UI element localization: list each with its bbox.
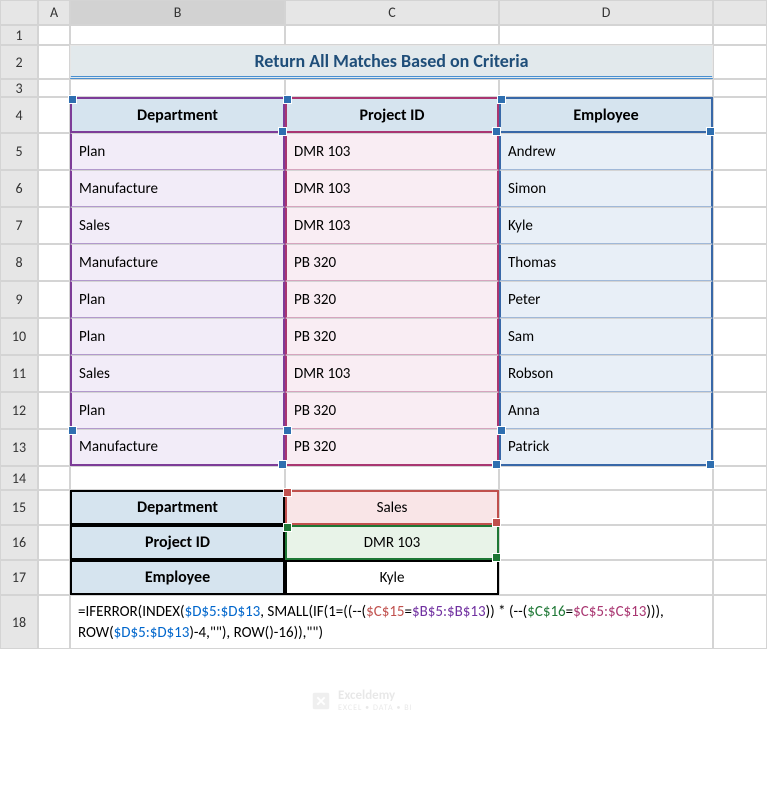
row-header-13[interactable]: 13 bbox=[0, 429, 38, 466]
cell-emp[interactable]: Anna bbox=[499, 392, 713, 429]
cell-proj[interactable]: DMR 103 bbox=[285, 170, 499, 207]
watermark: Exceldemy EXCEL • DATA • BI bbox=[310, 688, 413, 713]
row-header-2[interactable]: 2 bbox=[0, 45, 38, 79]
cell-dept[interactable]: Manufacture bbox=[70, 170, 285, 207]
row-header-4[interactable]: 4 bbox=[0, 97, 38, 133]
row-header-14[interactable]: 14 bbox=[0, 466, 38, 490]
cell-emp[interactable]: Patrick bbox=[499, 429, 713, 466]
row-header-5[interactable]: 5 bbox=[0, 133, 38, 170]
criteria-proj-label[interactable]: Project ID bbox=[70, 525, 285, 560]
row-header-1[interactable]: 1 bbox=[0, 25, 38, 45]
col-header-d[interactable]: D bbox=[499, 0, 713, 25]
cell-dept[interactable]: Sales bbox=[70, 207, 285, 244]
criteria-emp-value[interactable]: Kyle bbox=[285, 560, 499, 595]
cell-emp[interactable]: Sam bbox=[499, 318, 713, 355]
row-header-9[interactable]: 9 bbox=[0, 281, 38, 318]
row-header-17[interactable]: 17 bbox=[0, 560, 38, 595]
formula-cell[interactable]: =IFERROR(INDEX($D$5:$D$13, SMALL(IF(1=((… bbox=[70, 595, 713, 649]
cell-proj[interactable]: DMR 103 bbox=[285, 355, 499, 392]
row-header-3[interactable]: 3 bbox=[0, 79, 38, 97]
criteria-proj-value[interactable]: DMR 103 bbox=[285, 525, 499, 560]
cell-proj[interactable]: DMR 103 bbox=[285, 207, 499, 244]
spreadsheet-grid: A B C D 1 2 Return All Matches Based on … bbox=[0, 0, 767, 649]
criteria-dept-label[interactable]: Department bbox=[70, 490, 285, 525]
cell-dept[interactable]: Manufacture bbox=[70, 429, 285, 466]
cell-proj[interactable]: PB 320 bbox=[285, 392, 499, 429]
row-header-11[interactable]: 11 bbox=[0, 355, 38, 392]
row-header-6[interactable]: 6 bbox=[0, 170, 38, 207]
cell-proj[interactable]: PB 320 bbox=[285, 244, 499, 281]
col-header-a[interactable]: A bbox=[38, 0, 70, 25]
row-header-7[interactable]: 7 bbox=[0, 207, 38, 244]
row-header-15[interactable]: 15 bbox=[0, 490, 38, 525]
cell-dept[interactable]: Plan bbox=[70, 281, 285, 318]
header-employee[interactable]: Employee bbox=[499, 97, 713, 133]
row-header-18[interactable]: 18 bbox=[0, 595, 38, 649]
cell-proj[interactable]: PB 320 bbox=[285, 318, 499, 355]
col-header-blank bbox=[713, 0, 767, 25]
cell-dept[interactable]: Plan bbox=[70, 392, 285, 429]
cell-dept[interactable]: Manufacture bbox=[70, 244, 285, 281]
corner-cell[interactable] bbox=[0, 0, 38, 25]
col-header-c[interactable]: C bbox=[285, 0, 499, 25]
row-header-12[interactable]: 12 bbox=[0, 392, 38, 429]
page-title: Return All Matches Based on Criteria bbox=[70, 45, 713, 79]
cell-emp[interactable]: Peter bbox=[499, 281, 713, 318]
criteria-dept-value[interactable]: Sales bbox=[285, 490, 499, 525]
cell-proj[interactable]: PB 320 bbox=[285, 429, 499, 466]
cell-dept[interactable]: Sales bbox=[70, 355, 285, 392]
cell-dept[interactable]: Plan bbox=[70, 318, 285, 355]
cell-emp[interactable]: Thomas bbox=[499, 244, 713, 281]
cell-emp[interactable]: Kyle bbox=[499, 207, 713, 244]
criteria-emp-label[interactable]: Employee bbox=[70, 560, 285, 595]
col-header-b[interactable]: B bbox=[70, 0, 285, 25]
excel-icon bbox=[310, 690, 332, 712]
cell-proj[interactable]: DMR 103 bbox=[285, 133, 499, 170]
header-department[interactable]: Department bbox=[70, 97, 285, 133]
cell-emp[interactable]: Andrew bbox=[499, 133, 713, 170]
header-project-id[interactable]: Project ID bbox=[285, 97, 499, 133]
cell-proj[interactable]: PB 320 bbox=[285, 281, 499, 318]
row-header-10[interactable]: 10 bbox=[0, 318, 38, 355]
row-header-8[interactable]: 8 bbox=[0, 244, 38, 281]
row-header-16[interactable]: 16 bbox=[0, 525, 38, 560]
cell-emp[interactable]: Robson bbox=[499, 355, 713, 392]
cell-dept[interactable]: Plan bbox=[70, 133, 285, 170]
cell-emp[interactable]: Simon bbox=[499, 170, 713, 207]
